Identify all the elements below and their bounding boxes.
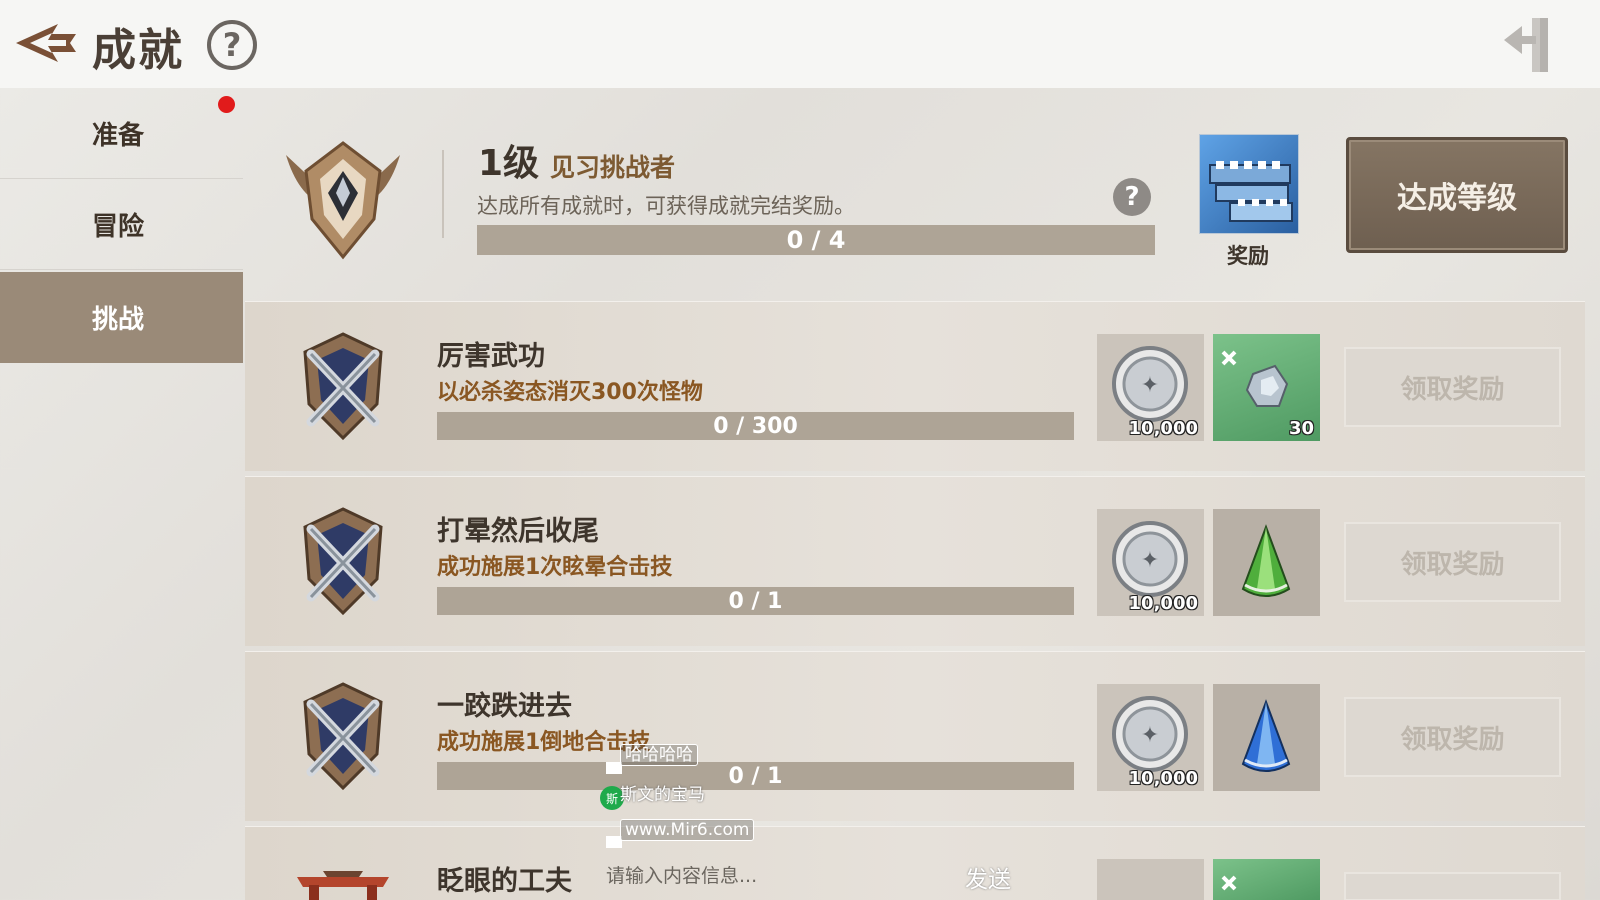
- achievement-progress-text: 0 / 1: [728, 588, 783, 614]
- achievement-title: 一跤跌进去: [437, 691, 572, 722]
- reward-slot-item[interactable]: [1213, 859, 1320, 900]
- svg-text:✦: ✦: [1141, 723, 1159, 748]
- item-quantity: 30: [1288, 418, 1314, 439]
- achievement-title: 打晕然后收尾: [437, 516, 599, 547]
- achievement-progress-bar: 0 / 1: [437, 762, 1074, 790]
- claim-reward-button[interactable]: 领取奖励: [1344, 697, 1561, 777]
- sidebar-item-label: 准备: [92, 120, 145, 151]
- achievement-row: 厉害武功 以必杀姿态消灭300次怪物 0 / 300 ✦ 10,000 30 领…: [245, 301, 1585, 471]
- gate-emblem-icon: [283, 857, 403, 900]
- reward-label: 奖励: [1227, 244, 1269, 268]
- chat-user-name: 斯文的宝马: [620, 785, 705, 805]
- top-bar: 成就 ?: [0, 0, 1600, 88]
- achievement-progress-bar: 0 / 300: [437, 412, 1074, 440]
- reward-slot-item[interactable]: [1213, 509, 1320, 616]
- notification-dot: [218, 96, 235, 113]
- level-description: 达成所有成就时，可获得成就完结奖励。: [477, 194, 855, 218]
- crossed-swords-shield-icon: [283, 326, 403, 446]
- chat-message: 哈哈哈哈: [620, 744, 698, 766]
- chat-input[interactable]: [606, 862, 936, 890]
- coin-amount: 10,000: [1128, 768, 1198, 789]
- reward-slot-item[interactable]: [1213, 684, 1320, 791]
- reward-crystals-icon[interactable]: [1199, 134, 1299, 234]
- reward-slot-coin[interactable]: [1097, 859, 1204, 900]
- sidebar-item-label: 挑战: [92, 305, 145, 335]
- claim-reward-button[interactable]: [1344, 872, 1561, 900]
- level-progress-text: 0 / 4: [786, 226, 846, 254]
- reach-level-button[interactable]: 达成等级: [1346, 137, 1568, 253]
- divider: [442, 150, 444, 238]
- svg-text:✦: ✦: [1141, 373, 1159, 398]
- sidebar-item-prepare[interactable]: 准备: [0, 88, 243, 179]
- achievement-progress-text: 0 / 300: [713, 413, 798, 439]
- achievement-row: 打晕然后收尾 成功施展1次眩晕合击技 0 / 1 ✦ 10,000 领取奖励: [245, 476, 1585, 646]
- achievement-title: 厉害武功: [437, 341, 545, 372]
- coin-amount: 10,000: [1128, 418, 1198, 439]
- achievement-row: 一跤跌进去 成功施展1倒地合击技 0 / 1 ✦ 10,000 领取奖励: [245, 651, 1585, 821]
- page-title: 成就: [92, 25, 184, 76]
- chat-message: www.Mir6.com: [620, 819, 755, 841]
- blue-cone-icon: [1241, 699, 1291, 772]
- svg-text:✦: ✦: [1141, 548, 1159, 573]
- level-progress-bar: 0 / 4: [477, 225, 1155, 255]
- level-number: 1级: [478, 143, 540, 184]
- exit-icon[interactable]: [1500, 14, 1560, 74]
- achievement-description: 成功施展1次眩晕合击技: [437, 555, 673, 580]
- help-icon[interactable]: ?: [207, 20, 257, 70]
- claim-reward-button[interactable]: 领取奖励: [1344, 347, 1561, 427]
- sidebar-item-challenge[interactable]: 挑战: [0, 272, 243, 363]
- crossed-swords-shield-icon: [283, 501, 403, 621]
- achievement-title: 眨眼的工夫: [437, 866, 572, 897]
- achievement-progress-text: 0 / 1: [728, 763, 783, 789]
- claim-reward-button[interactable]: 领取奖励: [1344, 522, 1561, 602]
- level-help-icon[interactable]: ?: [1113, 178, 1151, 216]
- achievement-description: 以必杀姿态消灭300次怪物: [437, 380, 703, 405]
- reward-slot-coin[interactable]: ✦ 10,000: [1097, 684, 1204, 791]
- sidebar-item-label: 冒险: [92, 211, 145, 242]
- sidebar: 准备 冒险 挑战: [0, 88, 243, 900]
- sidebar-item-adventure[interactable]: 冒险: [0, 179, 243, 270]
- back-arrow-icon[interactable]: [12, 18, 80, 68]
- crossed-swords-shield-icon: [283, 676, 403, 796]
- reward-slot-item[interactable]: 30: [1213, 334, 1320, 441]
- level-name: 见习挑战者: [550, 153, 676, 182]
- green-cone-icon: [1241, 524, 1291, 597]
- reward-slot-coin[interactable]: ✦ 10,000: [1097, 334, 1204, 441]
- level-emblem-icon: [278, 135, 408, 265]
- achievement-description: 成功施展1倒地合击技: [437, 730, 651, 755]
- reward-slot-coin[interactable]: ✦ 10,000: [1097, 509, 1204, 616]
- chat-send-button[interactable]: 发送: [965, 860, 1011, 894]
- achievement-progress-bar: 0 / 1: [437, 587, 1074, 615]
- coin-amount: 10,000: [1128, 593, 1198, 614]
